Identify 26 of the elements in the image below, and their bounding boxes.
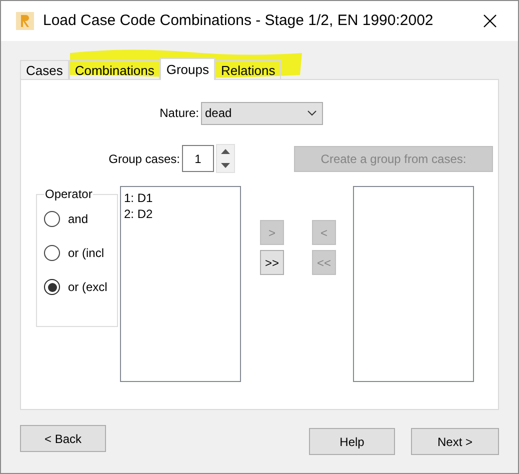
close-icon[interactable] <box>483 14 497 28</box>
app-logo-icon <box>16 12 34 30</box>
next-button[interactable]: Next > <box>411 428 499 455</box>
up-arrow-icon <box>221 149 230 154</box>
window-title: Load Case Code Combinations - Stage 1/2, EN 1990:2002 <box>43 10 434 31</box>
help-button[interactable]: Help <box>309 428 395 455</box>
radio-button[interactable] <box>44 279 60 295</box>
group-cases-field[interactable]: 1 <box>182 145 214 172</box>
chevron-down-icon <box>307 110 317 116</box>
list-item[interactable]: 2: D2 <box>124 206 153 222</box>
radio-button[interactable] <box>44 245 60 261</box>
move-button[interactable]: >> <box>260 250 284 275</box>
target-list[interactable] <box>353 186 474 382</box>
spin-buttons[interactable] <box>216 144 235 173</box>
radio-label: or (incl <box>68 245 104 261</box>
radio-label: and <box>68 211 88 227</box>
radio-button[interactable] <box>44 211 60 227</box>
radio-label: or (excl <box>68 279 108 295</box>
list-item[interactable]: 1: D1 <box>124 190 153 206</box>
source-list[interactable]: 1: D1 2: D2 <box>120 186 241 382</box>
tab[interactable]: Groups <box>160 58 215 80</box>
group-cases-label: Group cases: <box>108 150 180 168</box>
nature-dropdown[interactable]: dead <box>201 102 323 124</box>
nature-label: Nature: <box>158 105 199 122</box>
down-arrow-icon <box>221 162 230 168</box>
back-button[interactable]: < Back <box>20 425 106 452</box>
